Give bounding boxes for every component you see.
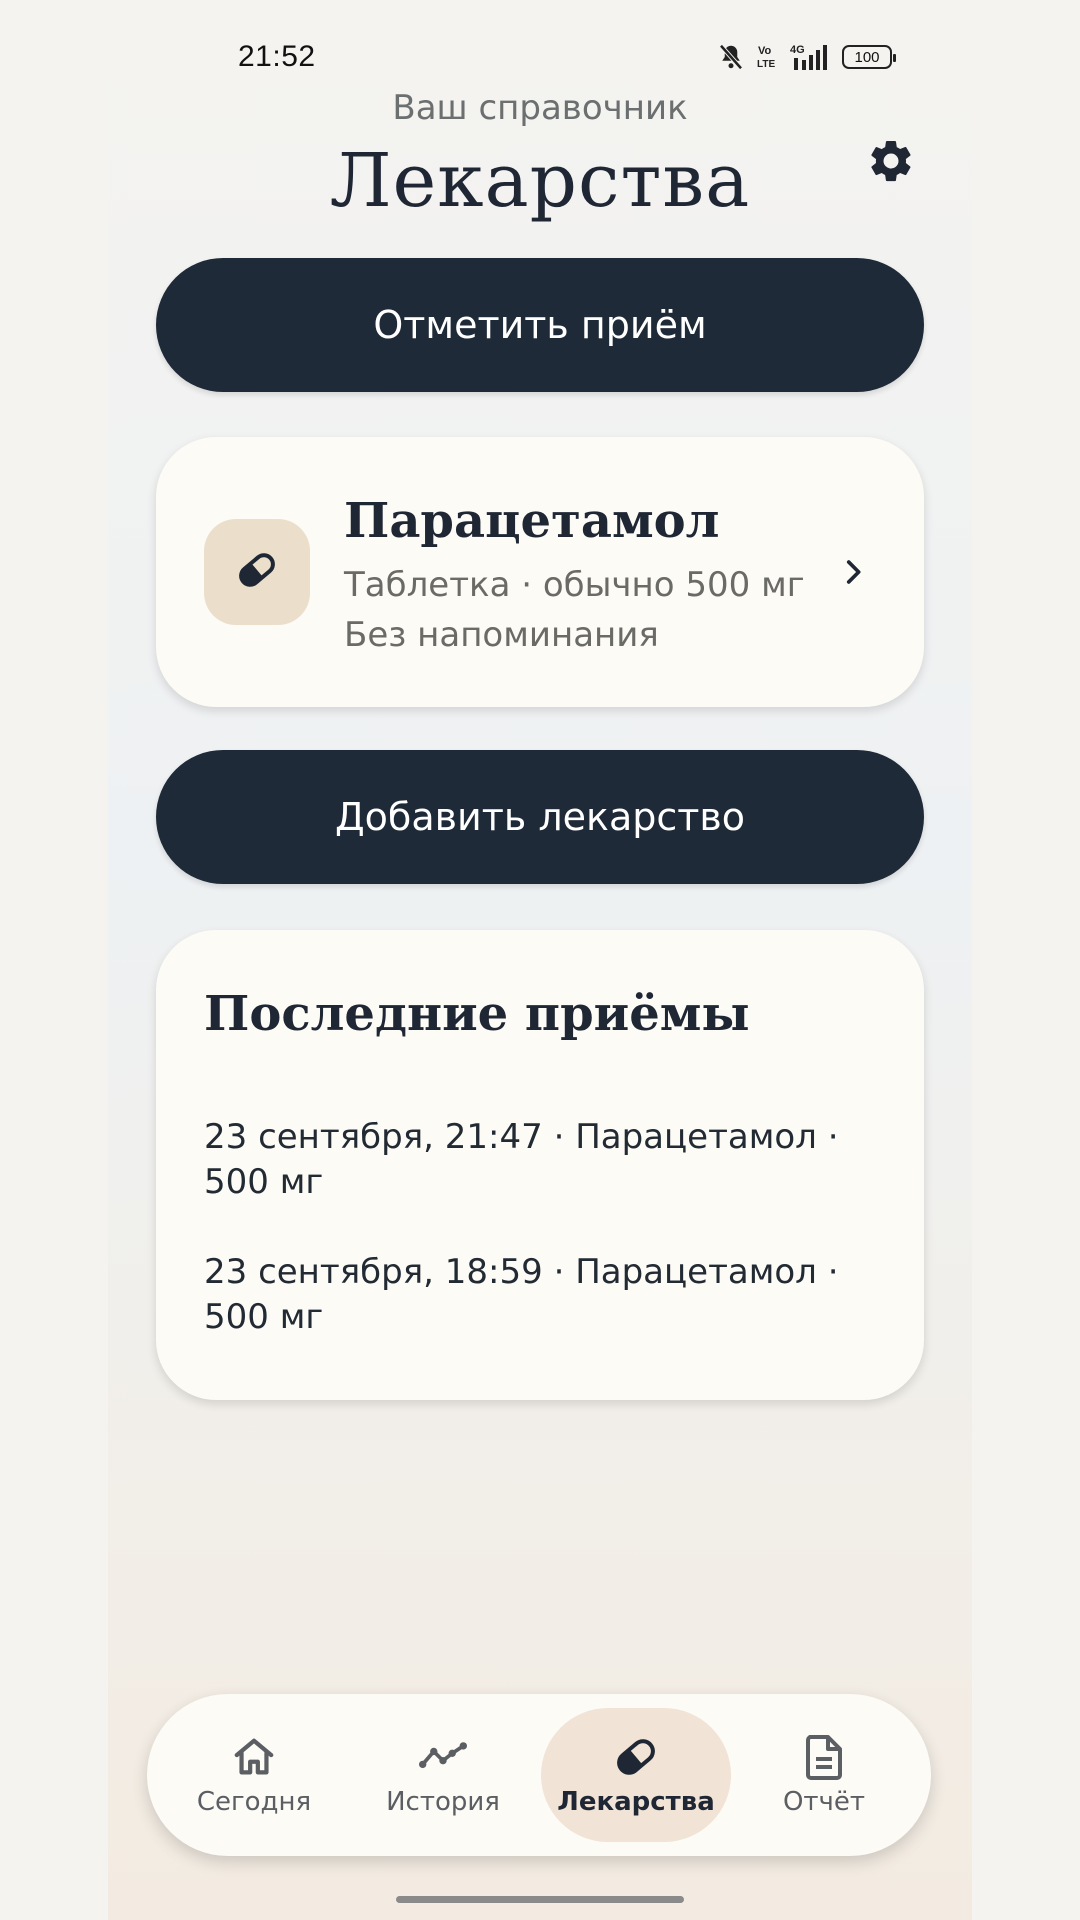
status-time: 21:52 (238, 40, 316, 73)
trend-icon (419, 1733, 467, 1781)
volte-icon: Vo LTE (756, 42, 778, 72)
add-medication-button[interactable]: Добавить лекарство (156, 750, 924, 884)
battery-level: 100 (854, 48, 880, 66)
pill-icon (612, 1733, 660, 1781)
chevron-right-icon (836, 555, 870, 589)
settings-button[interactable] (862, 134, 920, 192)
nav-item-medications[interactable]: Лекарства (541, 1708, 731, 1842)
page-subtitle: Ваш справочник (392, 88, 688, 128)
svg-text:4G: 4G (790, 44, 805, 56)
recent-intakes-card: Последние приёмы 23 сентября, 21:47 · Па… (156, 930, 924, 1400)
status-icons: Vo LTE 4G 100 (716, 40, 896, 74)
log-intake-button[interactable]: Отметить приём (156, 258, 924, 392)
medication-description: Таблетка · обычно 500 мг (344, 565, 805, 605)
pill-icon (233, 546, 281, 598)
medication-card[interactable]: Парацетамол Таблетка · обычно 500 мг Без… (156, 437, 924, 707)
home-indicator[interactable] (396, 1896, 684, 1903)
bell-muted-icon (716, 42, 746, 72)
medication-icon-box (204, 519, 310, 625)
nav-label: Отчёт (782, 1787, 866, 1817)
nav-item-report[interactable]: Отчёт (729, 1708, 919, 1842)
svg-text:Vo: Vo (758, 45, 772, 57)
list-item: 23 сентября, 21:47 · Парацетамол · 500 м… (204, 1117, 839, 1202)
nav-label: История (386, 1787, 500, 1817)
document-icon (800, 1733, 848, 1781)
nav-item-today[interactable]: Сегодня (159, 1708, 349, 1842)
gear-icon (866, 136, 916, 190)
signal-icon: 4G (788, 42, 832, 72)
bottom-navigation: Сегодня История Лекарства Отчёт (147, 1694, 931, 1856)
medication-name: Парацетамол (344, 493, 720, 549)
nav-label: Сегодня (196, 1787, 312, 1817)
svg-text:LTE: LTE (757, 59, 775, 70)
nav-item-history[interactable]: История (348, 1708, 538, 1842)
list-item: 23 сентября, 18:59 · Парацетамол · 500 м… (204, 1252, 839, 1337)
nav-label: Лекарства (557, 1787, 715, 1817)
recent-intakes-title: Последние приёмы (204, 986, 750, 1042)
home-icon (230, 1733, 278, 1781)
battery-icon: 100 (842, 45, 896, 69)
medication-reminder: Без напоминания (344, 615, 659, 655)
